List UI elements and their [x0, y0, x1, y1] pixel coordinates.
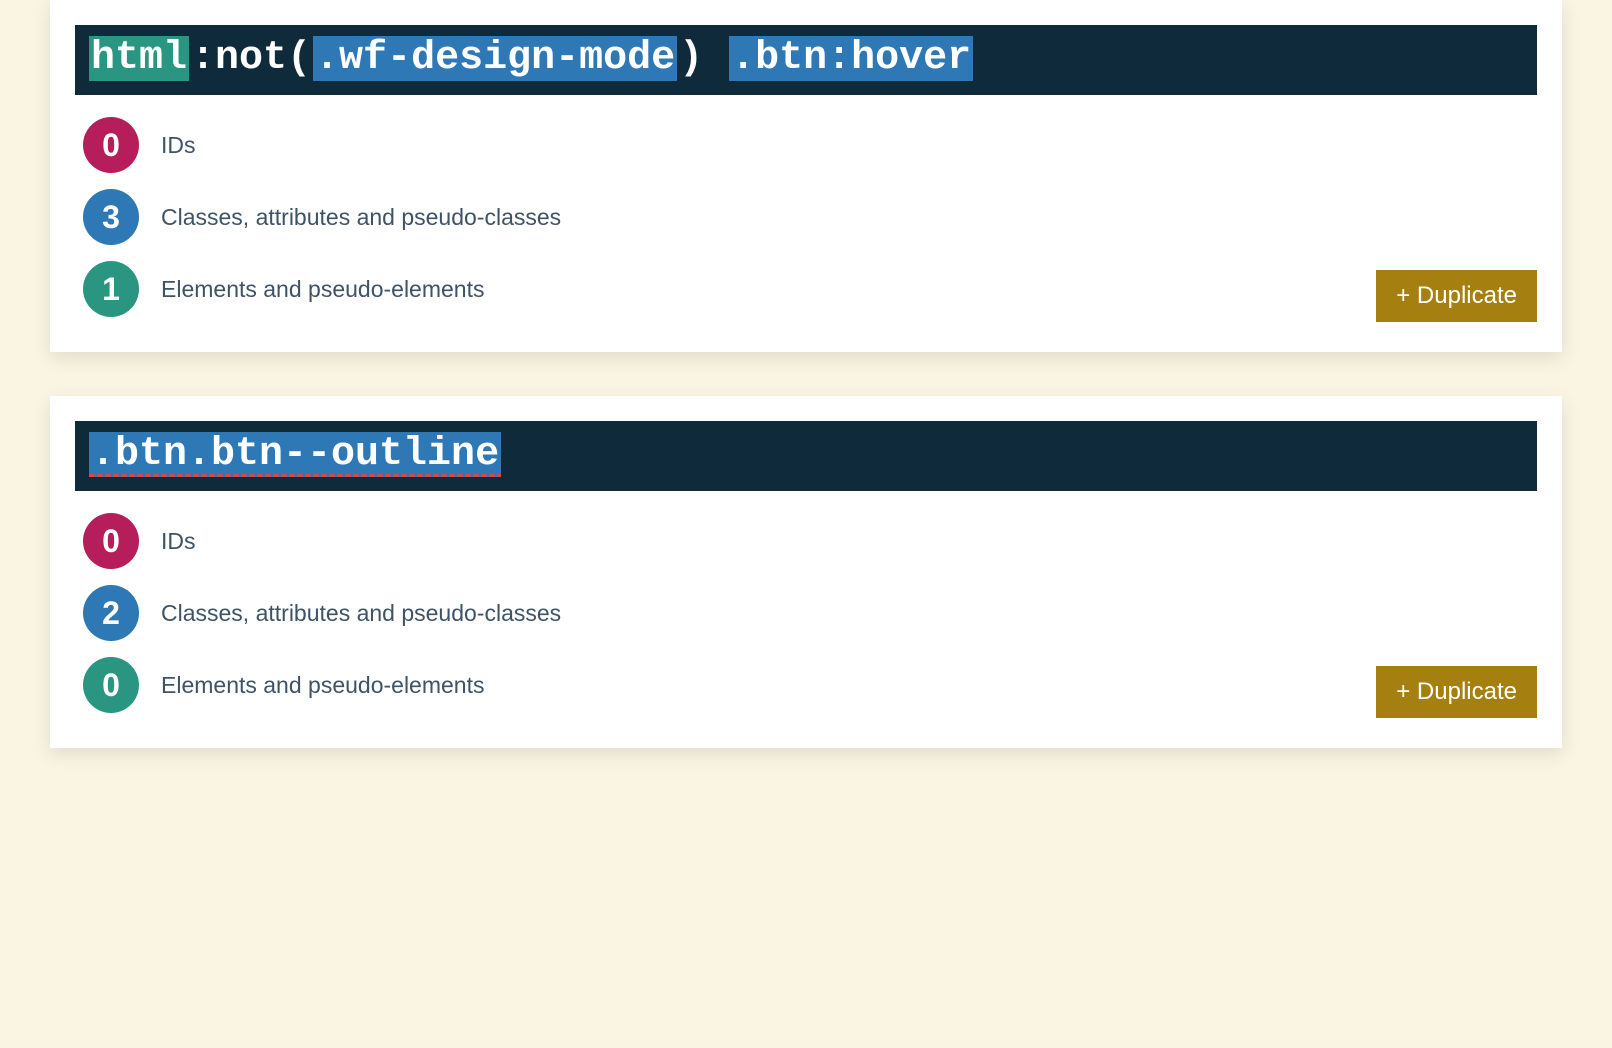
selector-token-plain: :not(	[189, 36, 313, 81]
count-row-elements: 0 Elements and pseudo-elements	[75, 657, 1537, 713]
count-row-ids: 0 IDs	[75, 117, 1537, 173]
count-badge-ids: 0	[83, 117, 139, 173]
count-row-classes: 2 Classes, attributes and pseudo-classes	[75, 585, 1537, 641]
count-label-ids: IDs	[161, 132, 196, 159]
specificity-card: .btn.btn--outline 0 IDs 2 Classes, attribute…	[50, 396, 1562, 748]
count-row-ids: 0 IDs	[75, 513, 1537, 569]
count-badge-classes: 2	[83, 585, 139, 641]
count-label-elements: Elements and pseudo-elements	[161, 276, 484, 303]
count-label-ids: IDs	[161, 528, 196, 555]
count-badge-classes: 3	[83, 189, 139, 245]
specificity-card: html:not(.wf-design-mode) .btn:hover 0 IDs…	[50, 0, 1562, 352]
count-badge-ids: 0	[83, 513, 139, 569]
count-label-classes: Classes, attributes and pseudo-classes	[161, 600, 561, 627]
count-badge-elements: 1	[83, 261, 139, 317]
selector-token-plain: )	[677, 36, 729, 81]
specificity-counts: 0 IDs 3 Classes, attributes and pseudo-clas…	[75, 95, 1537, 317]
count-label-elements: Elements and pseudo-elements	[161, 672, 484, 699]
selector-input[interactable]: html:not(.wf-design-mode) .btn:hover	[75, 25, 1537, 95]
specificity-counts: 0 IDs 2 Classes, attributes and pseudo-clas…	[75, 491, 1537, 713]
count-label-classes: Classes, attributes and pseudo-classes	[161, 204, 561, 231]
selector-token-class: .btn:hover	[729, 36, 973, 81]
count-row-classes: 3 Classes, attributes and pseudo-classes	[75, 189, 1537, 245]
selector-token-class: .btn.btn--outline	[89, 432, 501, 477]
selector-input[interactable]: .btn.btn--outline	[75, 421, 1537, 491]
duplicate-button[interactable]: + Duplicate	[1376, 666, 1537, 718]
count-row-elements: 1 Elements and pseudo-elements	[75, 261, 1537, 317]
selector-token-class: .wf-design-mode	[313, 36, 677, 81]
selector-token-elem: html	[89, 36, 189, 81]
duplicate-button[interactable]: + Duplicate	[1376, 270, 1537, 322]
count-badge-elements: 0	[83, 657, 139, 713]
